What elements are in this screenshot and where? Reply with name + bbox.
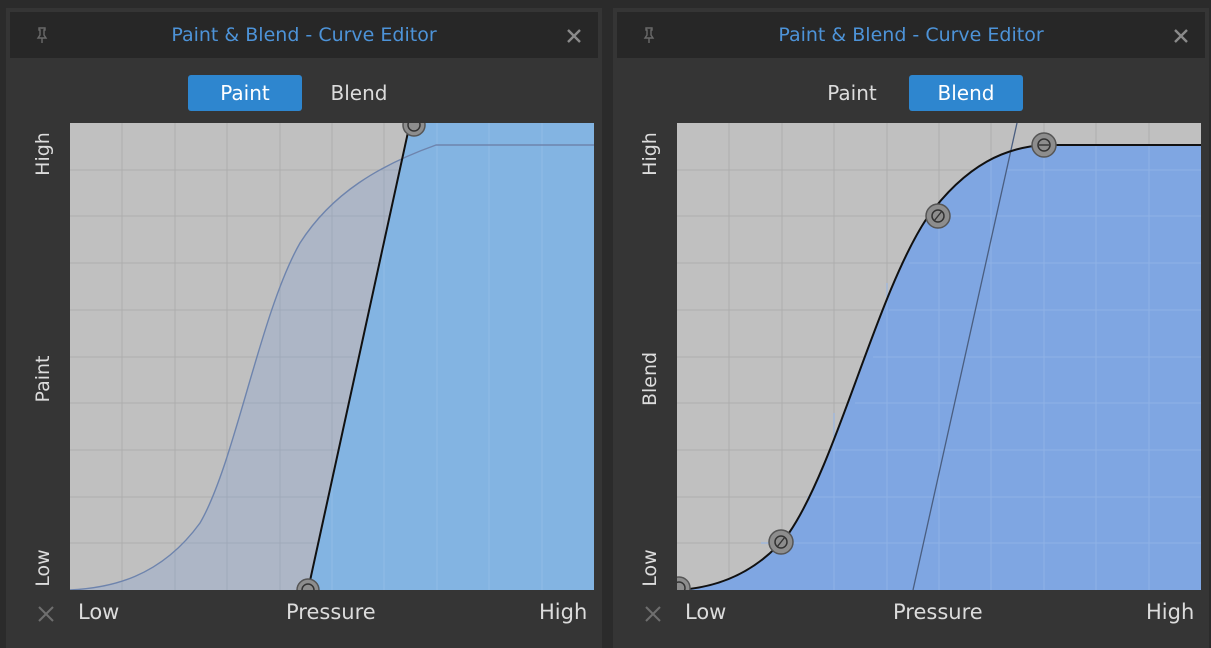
curve-editor-panel-blend: Paint & Blend - Curve Editor Paint Blend	[613, 8, 1209, 648]
curve-editor-panel-paint: Paint & Blend - Curve Editor Paint Blend	[6, 8, 602, 648]
y-axis-title: Blend	[639, 351, 661, 407]
x-axis-title: Pressure	[893, 600, 983, 624]
y-axis-high-label: High	[32, 132, 54, 176]
panel-titlebar: Paint & Blend - Curve Editor	[617, 12, 1205, 58]
tab-paint[interactable]: Paint	[188, 75, 302, 111]
x-axis-low-label: Low	[685, 600, 727, 624]
curve-graph[interactable]	[677, 123, 1201, 590]
panel-title: Paint & Blend - Curve Editor	[171, 24, 437, 46]
x-axis-high-label: High	[539, 600, 588, 624]
x-axis-low-label: Low	[78, 600, 120, 624]
close-icon[interactable]	[1173, 28, 1189, 44]
y-axis-title: Paint	[32, 355, 54, 403]
curve-point[interactable]	[925, 203, 951, 229]
x-axis-title: Pressure	[286, 600, 376, 624]
x-icon[interactable]	[36, 604, 56, 624]
curve-point[interactable]	[1031, 132, 1057, 158]
curve-point[interactable]	[768, 529, 794, 555]
y-axis-low-label: Low	[32, 549, 54, 587]
y-axis-low-label: Low	[639, 549, 661, 587]
tab-blend[interactable]: Blend	[909, 75, 1023, 111]
x-axis-high-label: High	[1146, 600, 1195, 624]
mode-tabs: Paint Blend	[6, 75, 602, 113]
curve-graph[interactable]	[70, 123, 594, 590]
panel-title: Paint & Blend - Curve Editor	[778, 24, 1044, 46]
tab-paint[interactable]: Paint	[795, 75, 909, 111]
y-axis-high-label: High	[639, 132, 661, 176]
panel-titlebar: Paint & Blend - Curve Editor	[10, 12, 598, 58]
mode-tabs: Paint Blend	[613, 75, 1209, 113]
x-icon[interactable]	[643, 604, 663, 624]
close-icon[interactable]	[566, 28, 582, 44]
tab-blend[interactable]: Blend	[302, 75, 416, 111]
